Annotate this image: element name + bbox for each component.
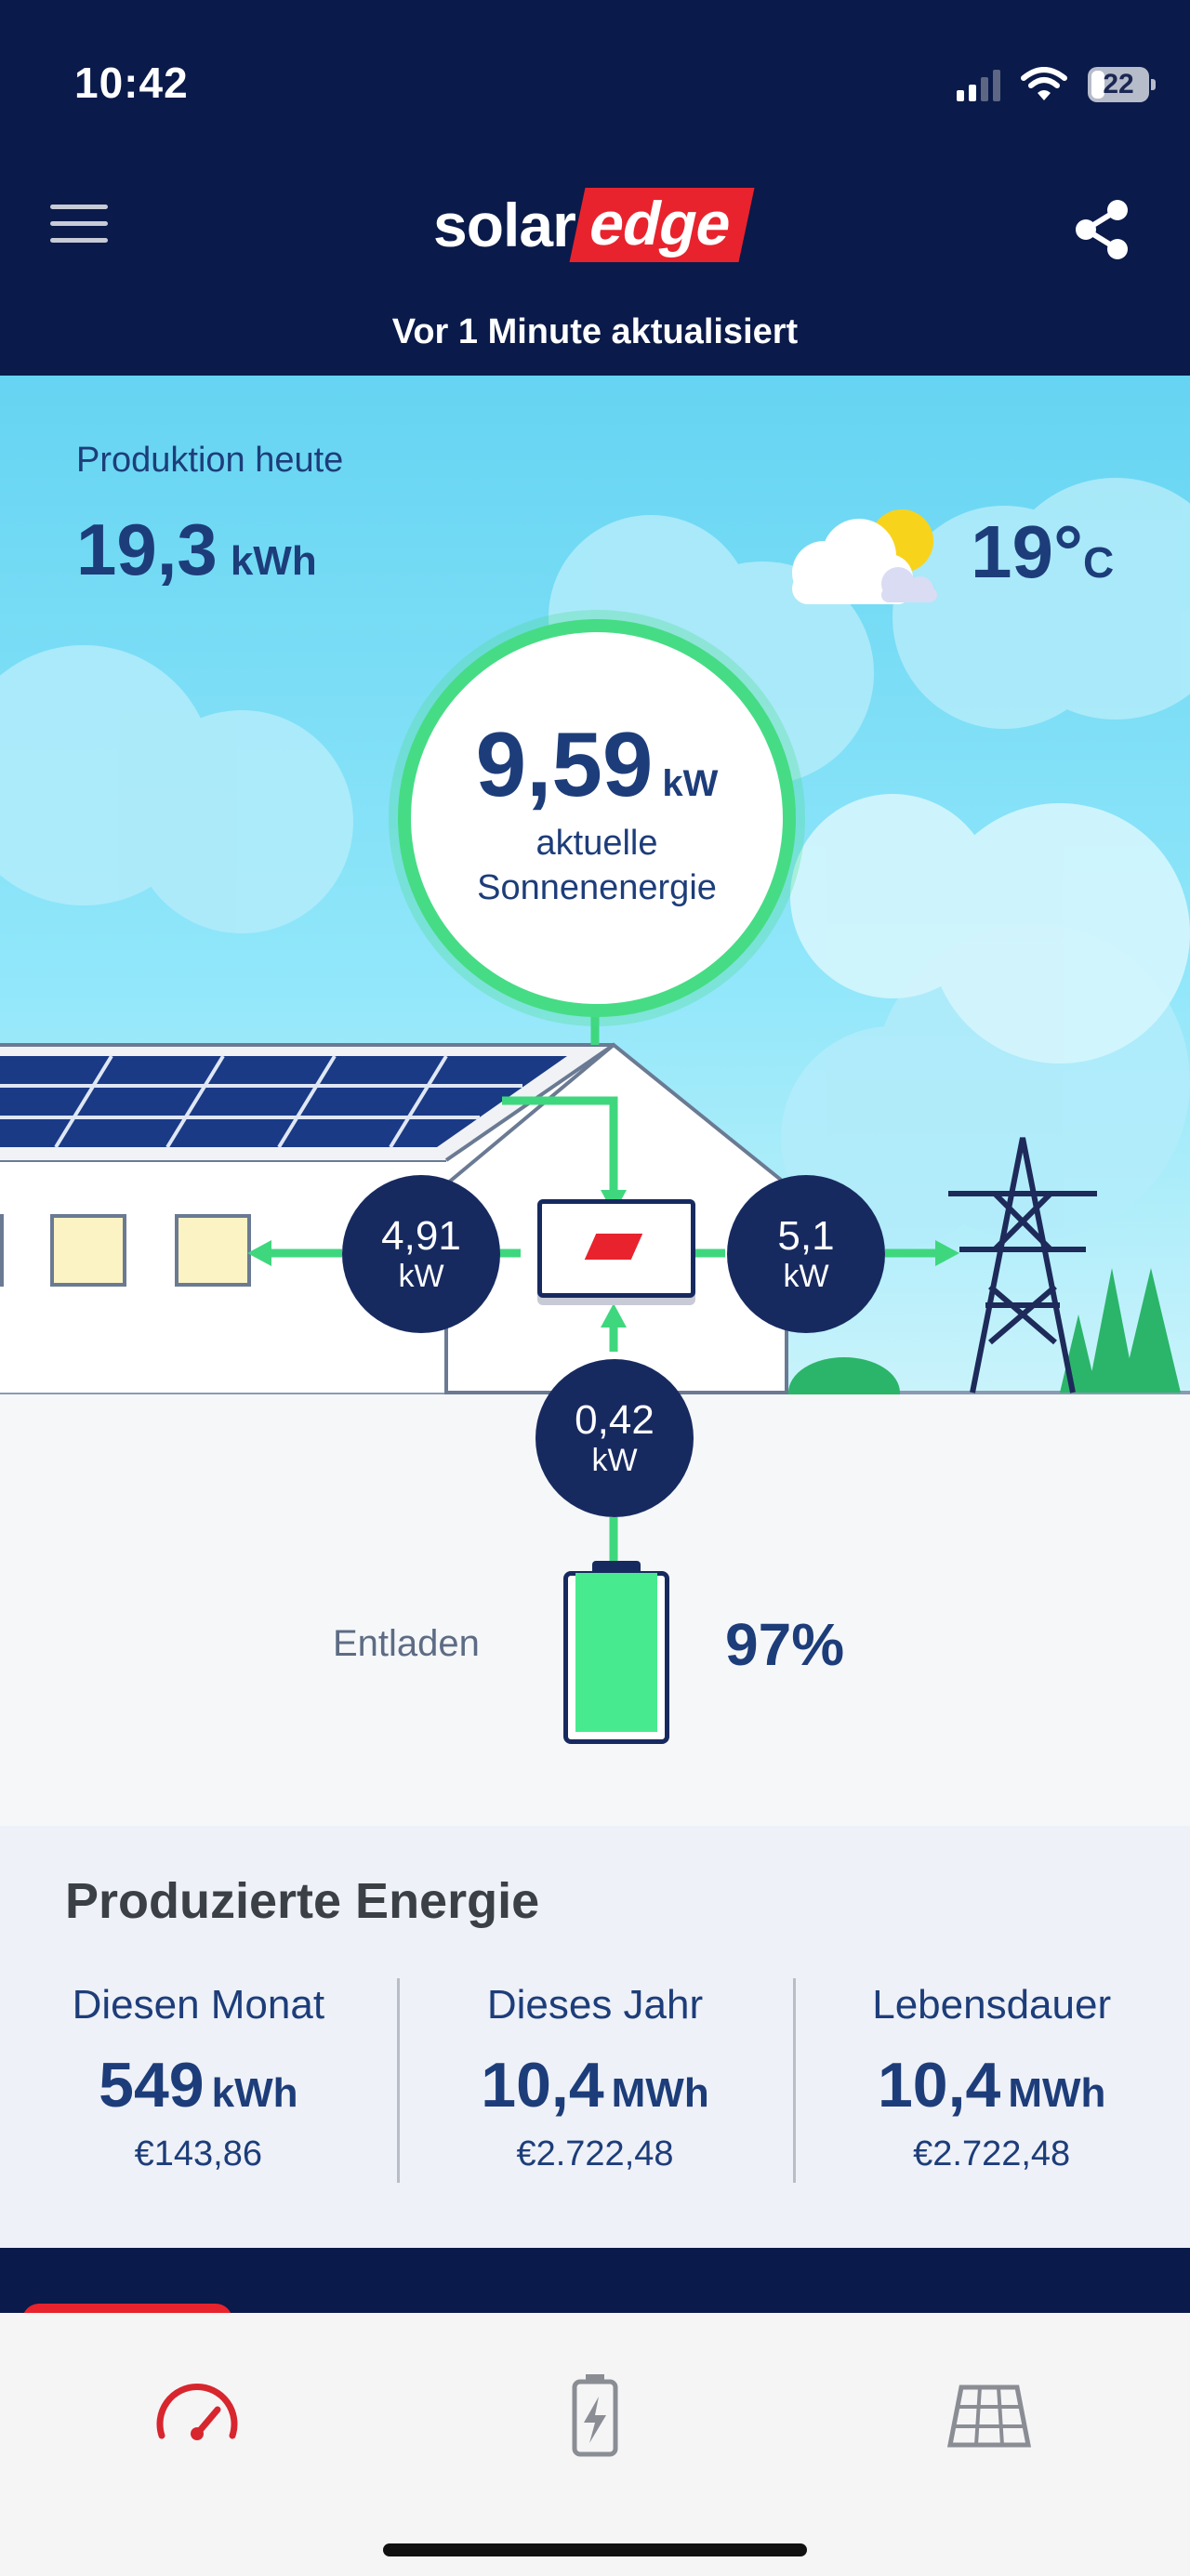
status-icons: 22: [957, 63, 1156, 106]
battery-fill: [575, 1573, 657, 1732]
temperature-unit: C: [1082, 538, 1115, 587]
battery-percent: 97%: [725, 1611, 845, 1678]
inverter-icon[interactable]: [537, 1199, 695, 1298]
energy-column-label: Lebensdauer: [872, 1982, 1112, 2028]
home-consumption-node[interactable]: 4,91 kW: [342, 1175, 500, 1333]
solar-power-label-line1: aktuelle: [536, 824, 658, 863]
solar-power-unit: kW: [662, 763, 719, 804]
energy-column-money: €143,86: [134, 2134, 263, 2173]
produced-energy-section: Produzierte Energie Diesen Monat 549 kWh …: [0, 1826, 1190, 2248]
current-solar-power[interactable]: 9,59 kW aktuelle Sonnenenergie: [398, 619, 796, 1017]
energy-value-number: 10,4: [481, 2050, 604, 2120]
energy-column-money: €2.722,48: [913, 2134, 1071, 2173]
battery-section: 0,42 kW Entladen 97%: [0, 1359, 1190, 1829]
logo-edge: edge: [569, 188, 755, 262]
home-consumption-unit: kW: [398, 1259, 444, 1294]
solaredge-logo: solar edge: [433, 188, 755, 262]
battery-charging-icon[interactable]: [549, 2369, 641, 2462]
battery-level-icon[interactable]: [563, 1561, 669, 1744]
last-updated-text: Vor 1 Minute aktualisiert: [391, 312, 799, 351]
grid-export-unit: kW: [783, 1259, 829, 1294]
cellular-signal-icon: [957, 68, 1000, 101]
production-today-unit: kWh: [230, 538, 317, 584]
energy-column-label: Dieses Jahr: [486, 1982, 704, 2028]
battery-status: Entladen: [333, 1623, 480, 1664]
menu-icon[interactable]: [50, 205, 108, 255]
wifi-icon: [1021, 67, 1067, 100]
logo-solar: solar: [433, 191, 576, 259]
share-icon[interactable]: [1069, 197, 1134, 262]
device-battery-icon: 22: [1088, 67, 1156, 102]
energy-value-number: 549: [99, 2050, 205, 2120]
solar-power-label: aktuelle Sonnenenergie: [411, 821, 783, 910]
energy-column-money: €2.722,48: [516, 2134, 674, 2173]
energy-column-value: 549 kWh: [0, 2049, 397, 2121]
production-today-value: 19,3 kWh: [76, 508, 317, 592]
home-consumption-value: 4,91: [381, 1213, 461, 1259]
speedometer-icon[interactable]: [151, 2369, 244, 2462]
solar-panel-grid-icon[interactable]: [943, 2369, 1036, 2462]
energy-flow-scene: Produktion heute 19,3 kWh 19°C 9,59 kW akt…: [0, 376, 1190, 1394]
solar-power-number: 9,59: [475, 713, 654, 815]
energy-value-unit: kWh: [211, 2070, 298, 2116]
home-indicator: [383, 2543, 807, 2556]
app-header: 10:42 22 solar edge Vor 1 Minute aktuali…: [0, 0, 1190, 376]
temperature: 19°C: [971, 509, 1114, 595]
energy-value-unit: MWh: [1008, 2070, 1106, 2116]
grid-export-node[interactable]: 5,1 kW: [727, 1175, 885, 1333]
energy-column-value: 10,4 MWh: [793, 2049, 1190, 2121]
energy-column-month[interactable]: Diesen Monat 549 kWh €143,86: [0, 1982, 397, 2174]
battery-flow-unit: kW: [591, 1443, 638, 1478]
solar-power-value: 9,59 kW: [411, 712, 783, 817]
battery-flow-node[interactable]: 0,42 kW: [536, 1359, 694, 1517]
device-battery-level: 22: [1103, 69, 1134, 99]
solar-power-label-line2: Sonnenenergie: [477, 868, 717, 907]
grid-export-value: 5,1: [777, 1213, 835, 1259]
tab-bar: [0, 2313, 1190, 2576]
battery-flow-value: 0,42: [575, 1397, 654, 1443]
production-today-number: 19,3: [76, 509, 218, 590]
energy-value-unit: MWh: [611, 2070, 709, 2116]
produced-energy-columns: Diesen Monat 549 kWh €143,86 Dieses Jahr …: [0, 1978, 1190, 2183]
energy-column-lifetime[interactable]: Lebensdauer 10,4 MWh €2.722,48: [793, 1978, 1190, 2183]
energy-column-label: Diesen Monat: [72, 1982, 325, 2028]
energy-value-number: 10,4: [877, 2050, 1001, 2120]
partly-cloudy-icon: [792, 509, 937, 604]
energy-column-year[interactable]: Dieses Jahr 10,4 MWh €2.722,48: [396, 1978, 794, 2183]
energy-column-value: 10,4 MWh: [397, 2049, 794, 2121]
production-today-label: Produktion heute: [76, 441, 344, 480]
status-time: 10:42: [74, 59, 189, 107]
temperature-value: 19°: [971, 510, 1083, 593]
produced-energy-title: Produzierte Energie: [65, 1873, 540, 1929]
